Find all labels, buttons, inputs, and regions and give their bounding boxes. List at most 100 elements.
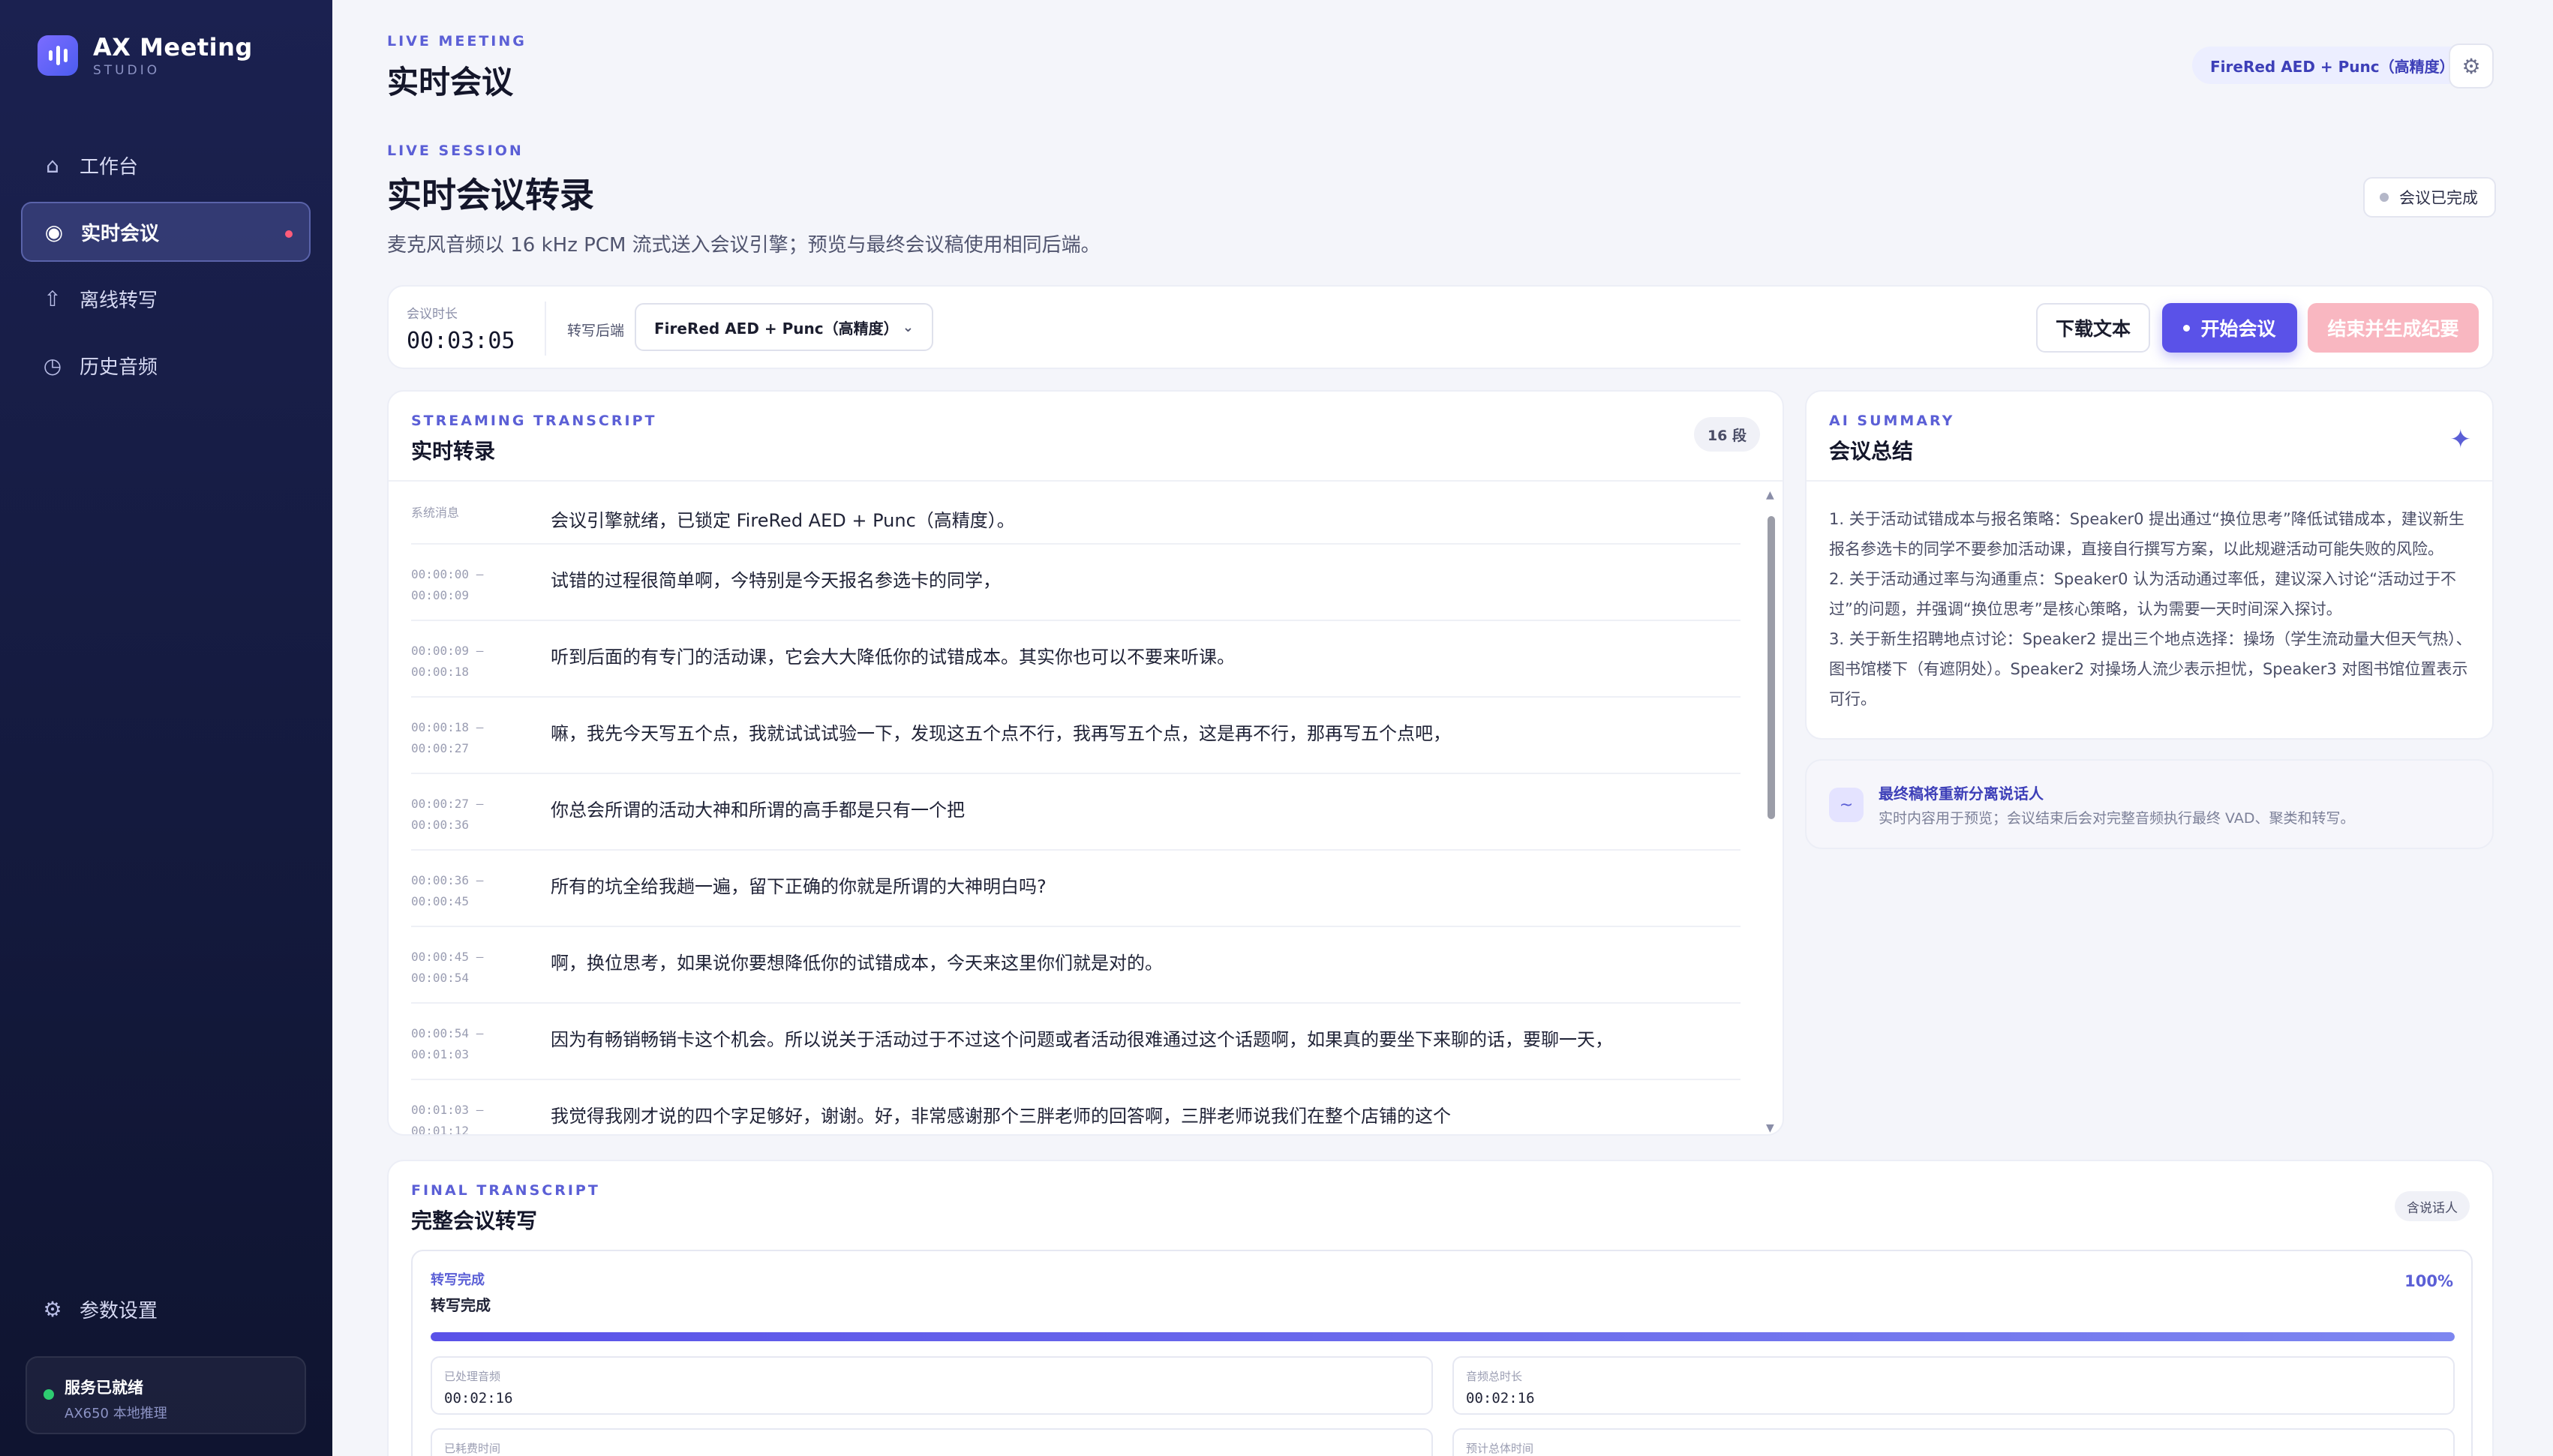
upload-icon: ⇧ — [44, 286, 62, 311]
sidebar-item-dashboard[interactable]: ⌂ 工作台 — [21, 135, 311, 195]
sidebar-item-label: 历史音频 — [80, 356, 158, 379]
sparkle-icon[interactable]: ✦ — [2450, 425, 2472, 455]
transcript-scrollbar[interactable]: ▲ ▼ — [1766, 489, 1777, 1134]
sidebar-item-offline-transcribe[interactable]: ⇧ 离线转写 — [21, 269, 311, 329]
stat-estimated-time: 预计总体时间 — [1452, 1428, 2455, 1456]
sidebar-item-label: 参数设置 — [80, 1299, 158, 1322]
segment-end: 00:00:36 — [411, 818, 470, 832]
sidebar-nav: ⌂ 工作台 ◉ 实时会议 ⇧ 离线转写 ◷ 历史音频 — [21, 135, 311, 402]
sidebar-item-settings[interactable]: ⚙ 参数设置 — [21, 1279, 311, 1339]
meeting-status-text: 会议已完成 — [2399, 189, 2478, 207]
summary-item: 1. 关于活动试错成本与报名策略：Speaker0 提出通过“换位思考”降低试错… — [1829, 510, 2464, 558]
session-description: 麦克风音频以 16 kHz PCM 流式送入会议引擎；预览与最终会议稿使用相同后… — [387, 234, 1101, 257]
service-status-title: 服务已就绪 — [65, 1379, 143, 1397]
final-eyebrow: FINAL TRANSCRIPT — [411, 1182, 600, 1199]
summary-item: 3. 关于新生招聘地点讨论：Speaker2 提出三个地点选择：操场（学生流动量… — [1829, 630, 2472, 708]
scrollbar-thumb[interactable] — [1768, 516, 1775, 819]
segment-end: 00:00:09 — [411, 588, 470, 602]
home-icon: ⌂ — [46, 152, 59, 178]
settings-button[interactable]: ⚙ — [2449, 44, 2494, 89]
segment-start: 00:00:09 — — [411, 644, 484, 658]
divider — [1807, 480, 2492, 482]
transcript-row: 00:00:45 — 00:00:54 啊，换位思考，如果说你要想降低你的试错成本… — [411, 927, 1741, 1004]
brand-subtitle: STUDIO — [93, 63, 161, 78]
system-message-text: 会议引擎就绪，已锁定 FireRed AED + Punc（高精度）。 — [551, 510, 1015, 531]
transcript-row: 00:00:36 — 00:00:45 所有的坑全给我趟一遍，留下正确的你就是所谓… — [411, 851, 1741, 927]
final-transcript-card: FINAL TRANSCRIPT 完整会议转写 含说话人 转写完成 转写完成 1… — [387, 1160, 2494, 1456]
service-status-subtitle: AX650 本地推理 — [65, 1406, 167, 1421]
stat-total-audio: 音频总时长 00:02:16 — [1452, 1356, 2455, 1415]
download-text-button[interactable]: 下载文本 — [2036, 303, 2150, 353]
start-meeting-label: 开始会议 — [2200, 318, 2276, 340]
final-title: 完整会议转写 — [411, 1208, 538, 1233]
segment-text: 嘛，我先今天写五个点，我就试试试验一下，发现这五个点不行，我再写五个点，这是再不… — [551, 723, 1451, 744]
segment-text: 所有的坑全给我趟一遍，留下正确的你就是所谓的大神明白吗? — [551, 876, 1047, 897]
backend-select[interactable]: FireRed AED + Punc（高精度） ⌄ — [635, 303, 933, 351]
transcript-list[interactable]: 系统消息 会议引擎就绪，已锁定 FireRed AED + Punc（高精度）。… — [411, 482, 1741, 1136]
status-dot-icon — [2380, 193, 2389, 202]
brand[interactable]: AX Meeting STUDIO — [38, 33, 253, 78]
transcript-row: 00:00:27 — 00:00:36 你总会所谓的活动大神和所谓的高手都是只有一… — [411, 774, 1741, 851]
progress-bar-fill — [431, 1332, 2455, 1341]
segment-start: 00:00:27 — — [411, 797, 484, 811]
gear-icon: ⚙ — [2461, 53, 2481, 79]
service-status-card: 服务已就绪 AX650 本地推理 — [26, 1356, 306, 1434]
duration-value: 00:03:05 — [407, 328, 515, 354]
sidebar-item-settings-wrap: ⚙ 参数设置 — [21, 1279, 311, 1346]
page-title: 实时会议 — [387, 64, 514, 101]
progress-label: 转写完成 — [431, 1272, 485, 1288]
backend-select-value: FireRed AED + Punc（高精度） — [654, 319, 899, 338]
wave-icon: ~ — [1829, 788, 1864, 822]
sidebar-item-label: 离线转写 — [80, 289, 158, 312]
duration-display: 会议时长 00:03:05 — [407, 303, 515, 354]
segment-text: 试错的过程很简单啊，今特别是今天报名参选卡的同学， — [551, 570, 1001, 591]
segment-text: 听到后面的有专门的活动课，它会大大降低你的试错成本。其实你也可以不要来听课。 — [551, 647, 1235, 668]
transcript-title: 实时转录 — [411, 439, 496, 464]
clock-icon: ◷ — [43, 353, 62, 378]
speaker-diarization-note: ~ 最终稿将重新分离说话人 实时内容用于预览；会议结束后会对完整音频执行最终 V… — [1805, 759, 2494, 849]
segment-end: 00:00:27 — [411, 741, 470, 755]
end-meeting-button[interactable]: 结束并生成纪要 — [2308, 303, 2479, 353]
session-eyebrow: LIVE SESSION — [387, 143, 524, 159]
speaker-badge: 含说话人 — [2395, 1191, 2470, 1221]
progress-percent: 100% — [2404, 1272, 2453, 1290]
scroll-up-arrow-icon[interactable]: ▲ — [1766, 489, 1774, 501]
segment-count-badge: 16 段 — [1693, 417, 1760, 452]
sidebar-item-label: 实时会议 — [81, 222, 160, 245]
duration-label: 会议时长 — [407, 307, 458, 322]
session-title: 实时会议转录 — [387, 175, 594, 215]
segment-end: 00:01:12 — [411, 1124, 470, 1136]
start-meeting-button[interactable]: 开始会议 — [2162, 303, 2297, 353]
sidebar-item-history-audio[interactable]: ◷ 历史音频 — [21, 335, 311, 395]
progress-status: 转写完成 — [431, 1296, 491, 1314]
segment-end: 00:00:45 — [411, 894, 470, 908]
status-dot-icon — [44, 1389, 54, 1400]
streaming-transcript-card: STREAMING TRANSCRIPT 实时转录 16 段 系统消息 会议引擎… — [387, 390, 1784, 1136]
stat-key: 预计总体时间 — [1466, 1442, 1534, 1455]
system-message-label: 系统消息 — [411, 506, 460, 520]
live-indicator-dot — [285, 230, 293, 238]
transcript-row: 00:00:18 — 00:00:27 嘛，我先今天写五个点，我就试试试验一下，发… — [411, 698, 1741, 774]
segment-start: 00:00:45 — — [411, 950, 484, 964]
scroll-down-arrow-icon[interactable]: ▼ — [1766, 1122, 1774, 1134]
record-icon: ◉ — [44, 219, 64, 245]
sidebar-item-live-meeting[interactable]: ◉ 实时会议 — [21, 202, 311, 262]
transcript-row: 00:00:09 — 00:00:18 听到后面的有专门的活动课，它会大大降低你的… — [411, 621, 1741, 698]
segment-text: 我觉得我刚才说的四个字足够好，谢谢。好，非常感谢那个三胖老师的回答啊，三胖老师说… — [551, 1106, 1451, 1127]
brand-name: AX Meeting — [93, 33, 253, 62]
segment-text: 因为有畅销畅销卡这个机会。所以说关于活动过于不过这个问题或者活动很难通过这个话题… — [551, 1029, 1613, 1050]
meeting-status-badge: 会议已完成 — [2363, 177, 2496, 218]
sidebar: AX Meeting STUDIO ⌂ 工作台 ◉ 实时会议 ⇧ 离线转写 ◷ … — [0, 0, 332, 1456]
note-title: 最终稿将重新分离说话人 — [1879, 785, 2044, 803]
segment-end: 00:00:54 — [411, 971, 470, 985]
divider — [545, 302, 546, 356]
segment-start: 00:01:03 — — [411, 1103, 484, 1117]
chevron-down-icon: ⌄ — [902, 319, 914, 335]
segment-start: 00:00:54 — — [411, 1026, 484, 1040]
backend-select-label: 转写后端 — [567, 323, 625, 339]
control-bar: 会议时长 00:03:05 转写后端 FireRed AED + Punc（高精… — [387, 285, 2494, 369]
note-subtitle: 实时内容用于预览；会议结束后会对完整音频执行最终 VAD、聚类和转写。 — [1879, 810, 2355, 827]
segment-text: 啊，换位思考，如果说你要想降低你的试错成本，今天来这里你们就是对的。 — [551, 953, 1163, 974]
gear-icon: ⚙ — [43, 1296, 62, 1322]
waveform-logo-icon — [38, 35, 78, 76]
